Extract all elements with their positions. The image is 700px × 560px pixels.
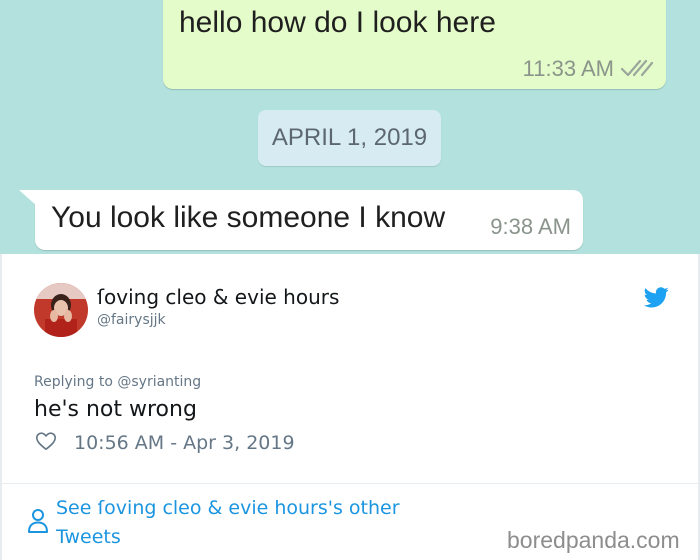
outgoing-message-time: 11:33 AM (522, 56, 614, 81)
heart-icon[interactable] (35, 430, 57, 452)
user-handle[interactable]: @fairysjjk (97, 312, 166, 328)
bubble-tail (19, 190, 37, 206)
see-other-tweets-link[interactable]: See ſoving cleo & evie hours's other Twe… (56, 494, 456, 552)
watermark: boredpanda.com (507, 527, 680, 553)
double-check-icon (620, 59, 654, 77)
tweet-timestamp[interactable]: 10:56 AM - Apr 3, 2019 (74, 432, 295, 454)
divider (2, 483, 698, 484)
chat-screenshot: hello how do I look here 11:33 AM APRIL … (0, 0, 700, 254)
outgoing-message-bubble[interactable]: hello how do I look here 11:33 AM (163, 0, 666, 89)
tweet-text: he's not wrong (34, 397, 197, 422)
incoming-message-text: You look like someone I know (51, 201, 446, 234)
replying-to-label: Replying to @syrianting (34, 374, 202, 390)
tweet-card: ſoving cleo & evie hours @fairysjjk Repl… (0, 254, 700, 560)
date-separator: APRIL 1, 2019 (258, 110, 441, 166)
incoming-message-bubble[interactable]: You look like someone I know 9:38 AM (19, 190, 583, 250)
person-icon (28, 509, 48, 533)
display-name[interactable]: ſoving cleo & evie hours (97, 285, 339, 309)
avatar[interactable] (34, 283, 88, 337)
avatar-image (34, 283, 88, 337)
outgoing-message-text: hello how do I look here (179, 6, 496, 39)
incoming-message-time: 9:38 AM (490, 214, 571, 239)
twitter-bird-icon[interactable] (644, 287, 669, 308)
